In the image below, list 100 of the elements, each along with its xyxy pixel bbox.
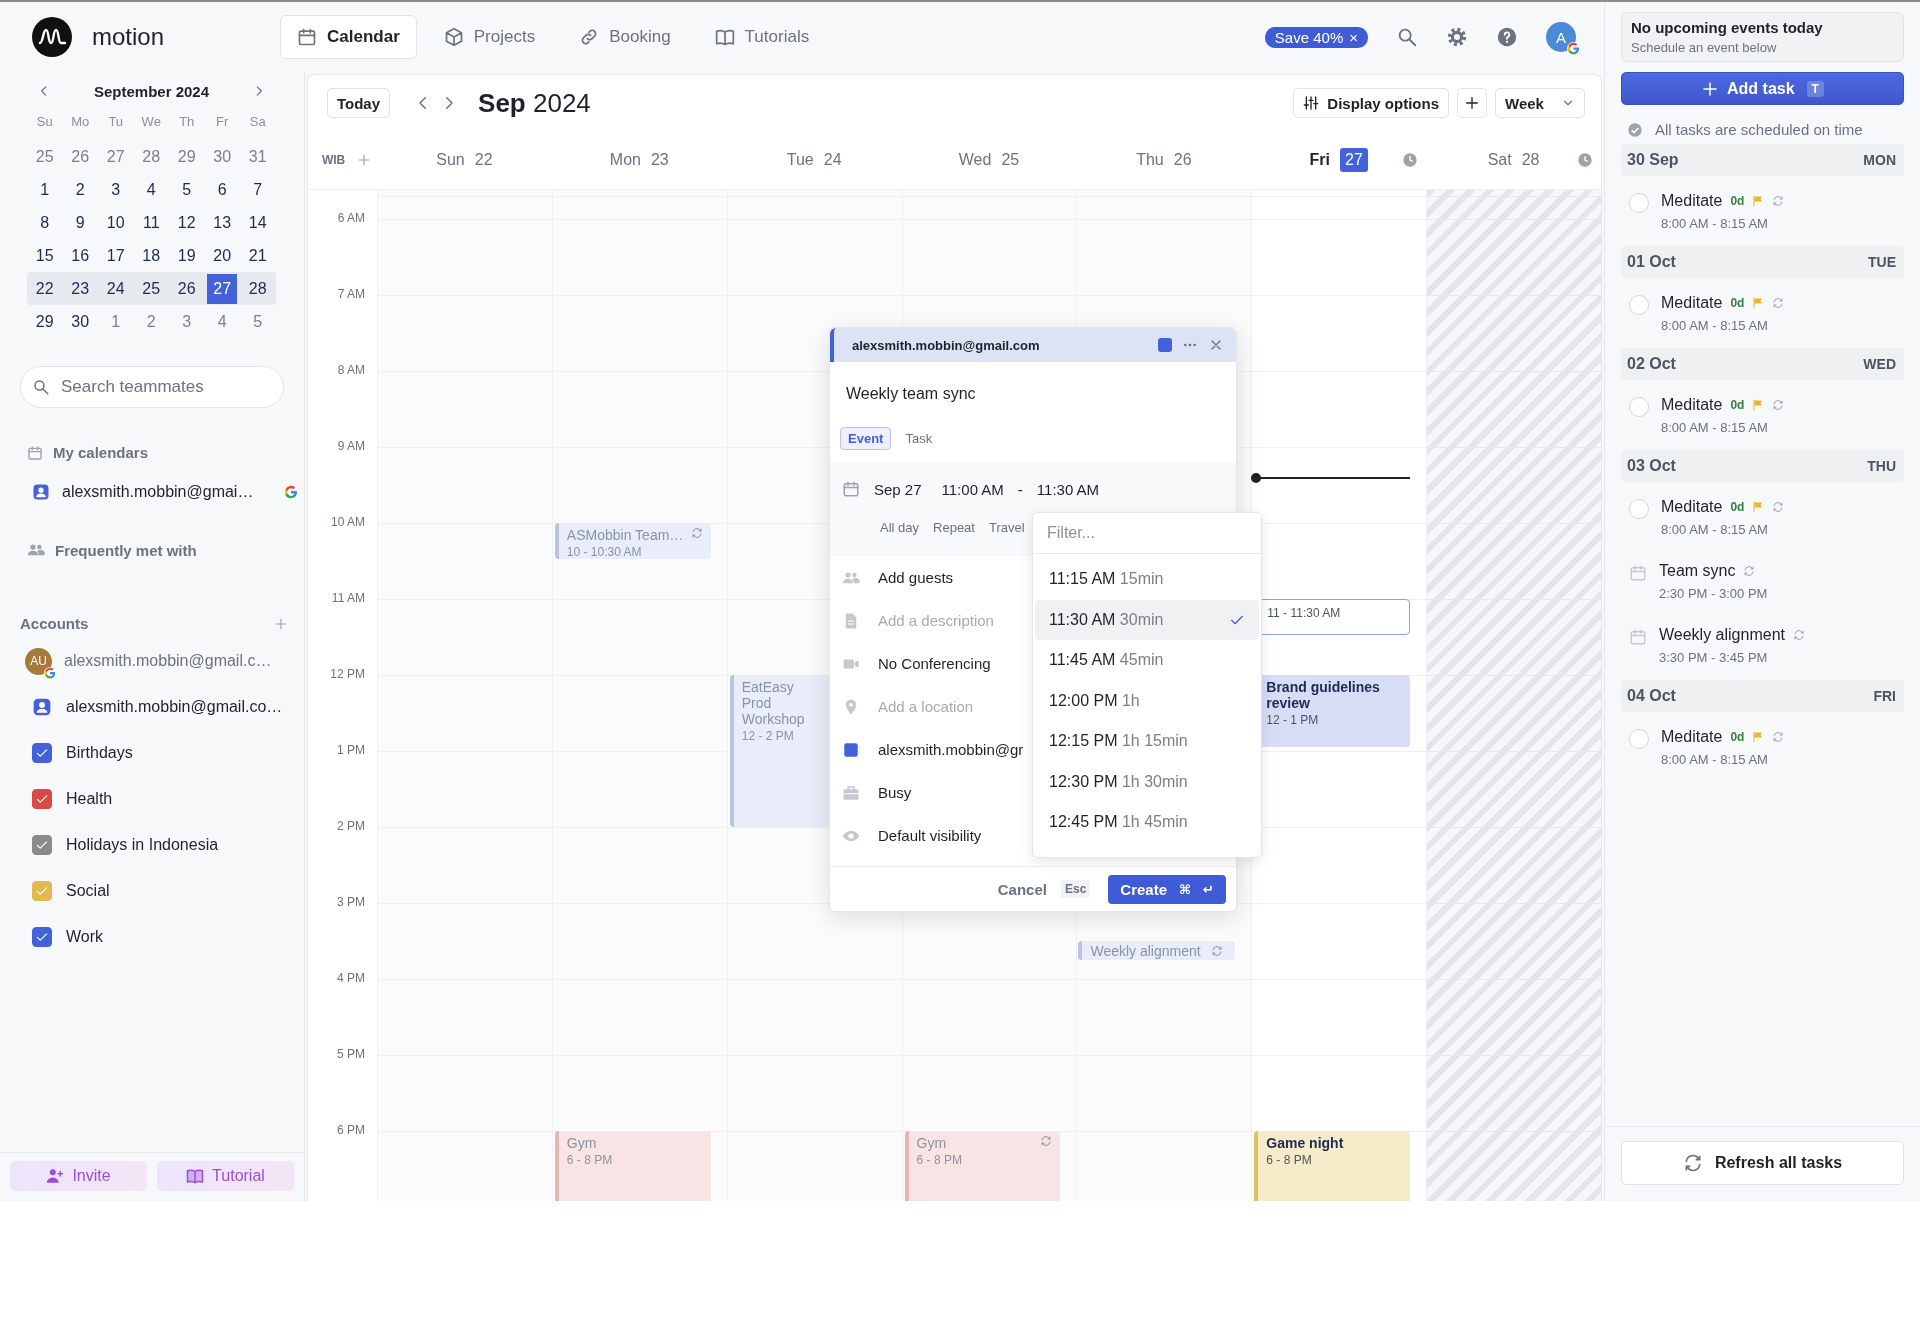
calendar-checkbox[interactable]	[32, 743, 52, 763]
calendar-day[interactable]: 3	[169, 305, 205, 338]
task-checkbox[interactable]	[1629, 193, 1649, 213]
calendar-day[interactable]: 18	[133, 239, 169, 272]
nav-tab[interactable]: Calendar	[280, 15, 417, 59]
field-value[interactable]: alexsmith.mobbin@gr	[878, 741, 1024, 758]
calendar-checkbox[interactable]	[32, 835, 52, 855]
account-email[interactable]: alexsmith.mobbin@gmail.c…	[64, 652, 272, 670]
calendar-day[interactable]: 14	[240, 206, 276, 239]
calendar-day[interactable]: 2	[133, 305, 169, 338]
calendar-day[interactable]: 23	[62, 272, 98, 305]
task-checkbox[interactable]	[1629, 295, 1649, 315]
day-date[interactable]: 26	[1173, 151, 1192, 169]
today-button[interactable]: Today	[327, 88, 391, 118]
time-option[interactable]: 11:15 AM 15min	[1035, 559, 1259, 600]
promo-badge[interactable]: Save 40% ×	[1264, 26, 1368, 48]
view-dropdown[interactable]: Week	[1495, 88, 1585, 118]
filter-field[interactable]: Filter...	[1033, 513, 1261, 554]
section-title[interactable]: Frequently met with	[55, 541, 197, 559]
option-link[interactable]: All day	[876, 518, 924, 537]
calendar-day[interactable]: 28	[133, 140, 169, 173]
help-icon[interactable]	[1496, 26, 1518, 48]
option-link[interactable]: Repeat	[929, 518, 979, 537]
add-button[interactable]	[1457, 88, 1487, 118]
time-option[interactable]: 12:45 PM 1h 45min	[1035, 802, 1259, 843]
calendar-day[interactable]: 20	[204, 239, 240, 272]
task-title[interactable]: Meditate	[1661, 498, 1723, 516]
calendar-day[interactable]: 21	[240, 239, 276, 272]
calendar-day[interactable]: 29	[169, 140, 205, 173]
calendar-day[interactable]: 27	[98, 140, 134, 173]
refresh-button[interactable]: Refresh all tasks	[1621, 1141, 1904, 1185]
add-task-button[interactable]: Add task T	[1621, 72, 1904, 105]
calendar-day[interactable]: 6	[204, 173, 240, 206]
calendar-day[interactable]: 1	[27, 173, 63, 206]
day-date[interactable]: 22	[474, 151, 493, 169]
field-value[interactable]: Busy	[878, 784, 912, 801]
calendar-day[interactable]: 16	[62, 239, 98, 272]
calendar-day[interactable]: 17	[98, 239, 134, 272]
calendar-day[interactable]: 13	[204, 206, 240, 239]
end-time-field[interactable]: 11:30 AM	[1036, 480, 1100, 498]
calendar-day[interactable]: 4	[204, 305, 240, 338]
day-date[interactable]: 27	[1340, 148, 1368, 172]
nav-tab[interactable]: Projects	[426, 15, 553, 59]
calendar-checkbox[interactable]	[32, 789, 52, 809]
calendar-day[interactable]: 30	[204, 140, 240, 173]
calendar-name[interactable]: alexsmith.mobbin@gmai…	[62, 483, 272, 501]
sidebar-button[interactable]: Invite	[10, 1161, 147, 1191]
calendar-day[interactable]: 10	[98, 206, 134, 239]
task-title[interactable]: Meditate	[1661, 728, 1723, 746]
settings-icon[interactable]	[1446, 26, 1468, 48]
day-date[interactable]: 23	[650, 151, 669, 169]
create-button[interactable]: Create ⌘ ↵	[1108, 874, 1226, 904]
cancel-button[interactable]: Cancel	[991, 879, 1053, 899]
calendar-day[interactable]: 25	[27, 140, 63, 173]
calendar-day[interactable]: 5	[240, 305, 276, 338]
display-options-button[interactable]: Display options	[1293, 88, 1449, 118]
task-checkbox[interactable]	[1629, 397, 1649, 417]
calendar-day[interactable]: 30	[62, 305, 98, 338]
field-value[interactable]: Default visibility	[878, 827, 982, 844]
calendar-day[interactable]: 3	[98, 173, 134, 206]
day-date[interactable]: 24	[823, 151, 842, 169]
calendar-day[interactable]: 25	[133, 272, 169, 305]
task-title[interactable]: Team sync	[1659, 562, 1736, 580]
type-tab[interactable]: Task	[897, 427, 941, 450]
day-date[interactable]: 25	[1001, 151, 1020, 169]
task-title[interactable]: Meditate	[1661, 294, 1723, 312]
calendar-day[interactable]: 2	[62, 173, 98, 206]
calendar-checkbox[interactable]	[32, 881, 52, 901]
task-title[interactable]: Weekly alignment	[1659, 626, 1785, 644]
calendar-day[interactable]: 12	[169, 206, 205, 239]
calendar-day[interactable]: 26	[169, 272, 205, 305]
date-field[interactable]: Sep 27	[874, 480, 922, 498]
time-option[interactable]: 11:30 AM 30min	[1035, 599, 1259, 640]
option-link[interactable]: Travel	[984, 518, 1029, 537]
search-icon[interactable]	[1396, 26, 1418, 48]
calendar-day[interactable]: 31	[240, 140, 276, 173]
calendar-day[interactable]: 4	[133, 173, 169, 206]
calendar-day[interactable]: 15	[27, 239, 63, 272]
calendar-checkbox[interactable]	[32, 927, 52, 947]
calendar-day[interactable]: 9	[62, 206, 98, 239]
calendar-color-swatch[interactable]	[1158, 338, 1172, 352]
task-title[interactable]: Meditate	[1661, 396, 1723, 414]
calendar-day[interactable]: 22	[27, 272, 63, 305]
nav-tab[interactable]: Tutorials	[697, 15, 827, 59]
calendar-name[interactable]: alexsmith.mobbin@gmail.co…	[66, 698, 283, 716]
calendar-day[interactable]: 19	[169, 239, 205, 272]
field-value[interactable]: Add guests	[878, 569, 954, 586]
calendar-day[interactable]: 11	[133, 206, 169, 239]
day-date[interactable]: 28	[1521, 151, 1540, 169]
task-checkbox[interactable]	[1629, 499, 1649, 519]
field-value[interactable]: No Conferencing	[878, 655, 991, 672]
calendar-day[interactable]: 26	[62, 140, 98, 173]
type-tab[interactable]: Event	[840, 427, 892, 450]
calendar-day[interactable]: 5	[169, 173, 205, 206]
nav-tab[interactable]: Booking	[562, 15, 688, 59]
search-field[interactable]: Search teammates	[20, 366, 284, 408]
calendar-day[interactable]: 8	[27, 206, 63, 239]
task-checkbox[interactable]	[1629, 729, 1649, 749]
calendar-day[interactable]: 28	[240, 272, 276, 305]
calendar-event[interactable]: Game night 6 - 8 PM	[1254, 1131, 1411, 1201]
